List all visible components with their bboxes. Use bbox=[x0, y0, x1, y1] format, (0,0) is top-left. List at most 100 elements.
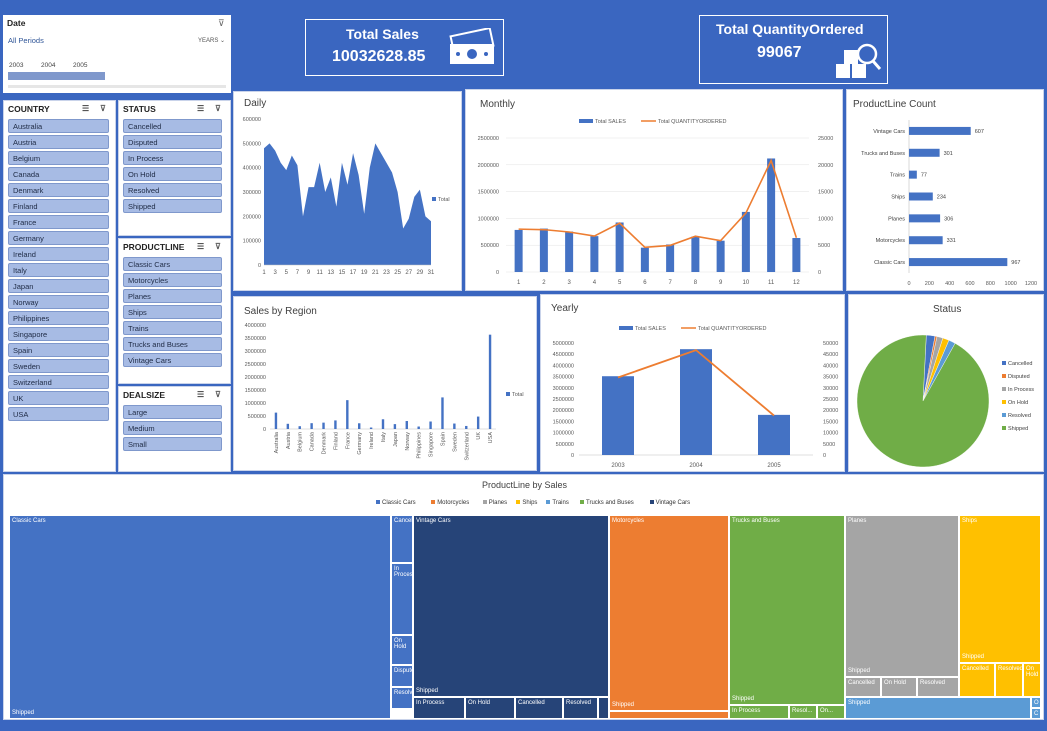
year-2003[interactable]: 2003 bbox=[9, 62, 23, 69]
productline-item-motorcycles[interactable]: Motorcycles bbox=[123, 273, 222, 287]
treemap-planes[interactable]: Planes Shipped bbox=[845, 515, 959, 677]
productline-item-planes[interactable]: Planes bbox=[123, 289, 222, 303]
treemap-ships-resolved[interactable]: Resolved bbox=[995, 663, 1023, 697]
treemap-vintage-cars-on-hold[interactable]: On Hold bbox=[465, 697, 515, 719]
multi-select-icon[interactable]: ☰ bbox=[197, 104, 204, 113]
treemap-trucks-in-process[interactable]: In Process bbox=[729, 705, 789, 719]
category-label: Ships bbox=[891, 195, 905, 201]
y-tick-label: 200000 bbox=[243, 214, 261, 220]
country-item-singapore[interactable]: Singapore bbox=[8, 327, 109, 341]
treemap-planes-cancelled[interactable]: Cancelled bbox=[845, 677, 881, 697]
country-item-austria[interactable]: Austria bbox=[8, 135, 109, 149]
treemap-ships-cancelled[interactable]: Cancelled bbox=[959, 663, 995, 697]
treemap-motorcycles-other[interactable] bbox=[609, 711, 729, 719]
treemap-trucks-on[interactable]: On... bbox=[817, 705, 845, 719]
productline-item-trucks-and-buses[interactable]: Trucks and Buses bbox=[123, 337, 222, 351]
country-item-finland[interactable]: Finland bbox=[8, 199, 109, 213]
y-tick-label: 1000000 bbox=[553, 431, 574, 437]
treemap-trains-c[interactable]: C bbox=[1031, 708, 1041, 719]
treemap-vintage-cars[interactable]: Vintage Cars Shipped bbox=[413, 515, 609, 697]
legend-item-vintage-cars: Vintage Cars bbox=[649, 500, 690, 506]
treemap-classic-cars-cancelled[interactable]: Cancelled bbox=[391, 515, 413, 563]
country-item-germany[interactable]: Germany bbox=[8, 231, 109, 245]
x-tick-label: 1200 bbox=[1025, 281, 1037, 287]
country-item-australia[interactable]: Australia bbox=[8, 119, 109, 133]
status-item-disputed[interactable]: Disputed bbox=[123, 135, 222, 149]
status-item-shipped[interactable]: Shipped bbox=[123, 199, 222, 213]
productline-item-classic-cars[interactable]: Classic Cars bbox=[123, 257, 222, 271]
treemap-trucks-resol[interactable]: Resol... bbox=[789, 705, 817, 719]
date-mode-select[interactable]: YEARS ⌄ bbox=[198, 37, 225, 44]
treemap-ships-on-hold[interactable]: On Hold bbox=[1023, 663, 1041, 697]
treemap-label: Resol... bbox=[792, 708, 813, 714]
y-tick-label: 4000000 bbox=[245, 323, 266, 329]
date-slicer-title: Date bbox=[7, 18, 26, 28]
dealsize-item-large[interactable]: Large bbox=[123, 405, 222, 419]
treemap-vintage-cars-resolved[interactable]: Resolved bbox=[563, 697, 598, 719]
y-tick-label: 5000000 bbox=[553, 341, 574, 347]
total-sales-value: 10032628.85 bbox=[332, 48, 426, 65]
treemap-classic-cars-disputed[interactable]: Disputed bbox=[391, 665, 413, 687]
country-item-japan[interactable]: Japan bbox=[8, 279, 109, 293]
clear-filter-icon[interactable]: ⊽ bbox=[215, 390, 221, 399]
country-item-canada[interactable]: Canada bbox=[8, 167, 109, 181]
multi-select-icon[interactable]: ☰ bbox=[197, 390, 204, 399]
timeline-bar[interactable] bbox=[8, 72, 105, 80]
treemap-ships[interactable]: Ships Shipped bbox=[959, 515, 1041, 663]
clear-filter-icon[interactable]: ⊽ bbox=[218, 18, 225, 29]
treemap-planes-resolved[interactable]: Resolved bbox=[917, 677, 959, 697]
x-tick-label: Sweden bbox=[452, 432, 458, 452]
country-item-philippines[interactable]: Philippines bbox=[8, 311, 109, 325]
treemap-trains[interactable]: Shipped bbox=[845, 697, 1031, 719]
multi-select-icon[interactable]: ☰ bbox=[197, 242, 204, 251]
country-item-denmark[interactable]: Denmark bbox=[8, 183, 109, 197]
clear-filter-icon[interactable]: ⊽ bbox=[215, 104, 221, 113]
yearly-sales-bar bbox=[680, 349, 712, 455]
category-label: Trucks and Buses bbox=[861, 151, 905, 157]
country-item-norway[interactable]: Norway bbox=[8, 295, 109, 309]
status-item-cancelled[interactable]: Cancelled bbox=[123, 119, 222, 133]
treemap-classic-cars-in-process[interactable]: In Process bbox=[391, 563, 413, 635]
dealsize-item-small[interactable]: Small bbox=[123, 437, 222, 451]
treemap-vintage-cars-other[interactable] bbox=[598, 697, 609, 719]
treemap-classic-cars-resolved[interactable]: Resolved bbox=[391, 687, 413, 709]
treemap-trains-o[interactable]: O bbox=[1031, 697, 1041, 708]
country-item-belgium[interactable]: Belgium bbox=[8, 151, 109, 165]
country-item-uk[interactable]: UK bbox=[8, 391, 109, 405]
date-slicer[interactable]: Date ⊽ All Periods YEARS ⌄ 2003 2004 200… bbox=[3, 15, 231, 93]
treemap-planes-on-hold[interactable]: On Hold bbox=[881, 677, 917, 697]
country-item-italy[interactable]: Italy bbox=[8, 263, 109, 277]
clear-filter-icon[interactable]: ⊽ bbox=[215, 242, 221, 251]
productline-item-trains[interactable]: Trains bbox=[123, 321, 222, 335]
year-2005[interactable]: 2005 bbox=[73, 62, 87, 69]
treemap-trucks-and-buses[interactable]: Trucks and Buses Shipped bbox=[729, 515, 845, 705]
country-item-sweden[interactable]: Sweden bbox=[8, 359, 109, 373]
status-item-on-hold[interactable]: On Hold bbox=[123, 167, 222, 181]
status-item-resolved[interactable]: Resolved bbox=[123, 183, 222, 197]
country-item-france[interactable]: France bbox=[8, 215, 109, 229]
treemap-vintage-cars-in-process[interactable]: In Process bbox=[413, 697, 465, 719]
treemap-classic-cars[interactable]: Classic Cars Shipped bbox=[9, 515, 391, 719]
productline-item-vintage-cars[interactable]: Vintage Cars bbox=[123, 353, 222, 367]
treemap-label: On Hold bbox=[394, 638, 407, 650]
treemap-vintage-cars-cancelled[interactable]: Cancelled bbox=[515, 697, 563, 719]
status-item-in-process[interactable]: In Process bbox=[123, 151, 222, 165]
treemap-motorcycles[interactable]: Motorcycles Shipped bbox=[609, 515, 729, 711]
y-tick-label: 0 bbox=[258, 263, 261, 269]
country-item-usa[interactable]: USA bbox=[8, 407, 109, 421]
country-item-spain[interactable]: Spain bbox=[8, 343, 109, 357]
x-tick-label: 7 bbox=[668, 280, 672, 286]
country-item-ireland[interactable]: Ireland bbox=[8, 247, 109, 261]
dealsize-item-medium[interactable]: Medium bbox=[123, 421, 222, 435]
x-tick-label: 9 bbox=[719, 280, 723, 286]
treemap-label: Shipped bbox=[848, 700, 871, 706]
count-bar bbox=[909, 170, 917, 179]
y-tick-label: 0 bbox=[496, 270, 499, 276]
monthly-combo-chart: 0 500000 1000000 1500000 2000000 2500000 0 5000… bbox=[478, 119, 833, 286]
multi-select-icon[interactable]: ☰ bbox=[82, 104, 89, 113]
treemap-classic-cars-on-hold[interactable]: On Hold bbox=[391, 635, 413, 665]
year-2004[interactable]: 2004 bbox=[41, 62, 55, 69]
country-item-switzerland[interactable]: Switzerland bbox=[8, 375, 109, 389]
clear-filter-icon[interactable]: ⊽ bbox=[100, 104, 106, 113]
productline-item-ships[interactable]: Ships bbox=[123, 305, 222, 319]
